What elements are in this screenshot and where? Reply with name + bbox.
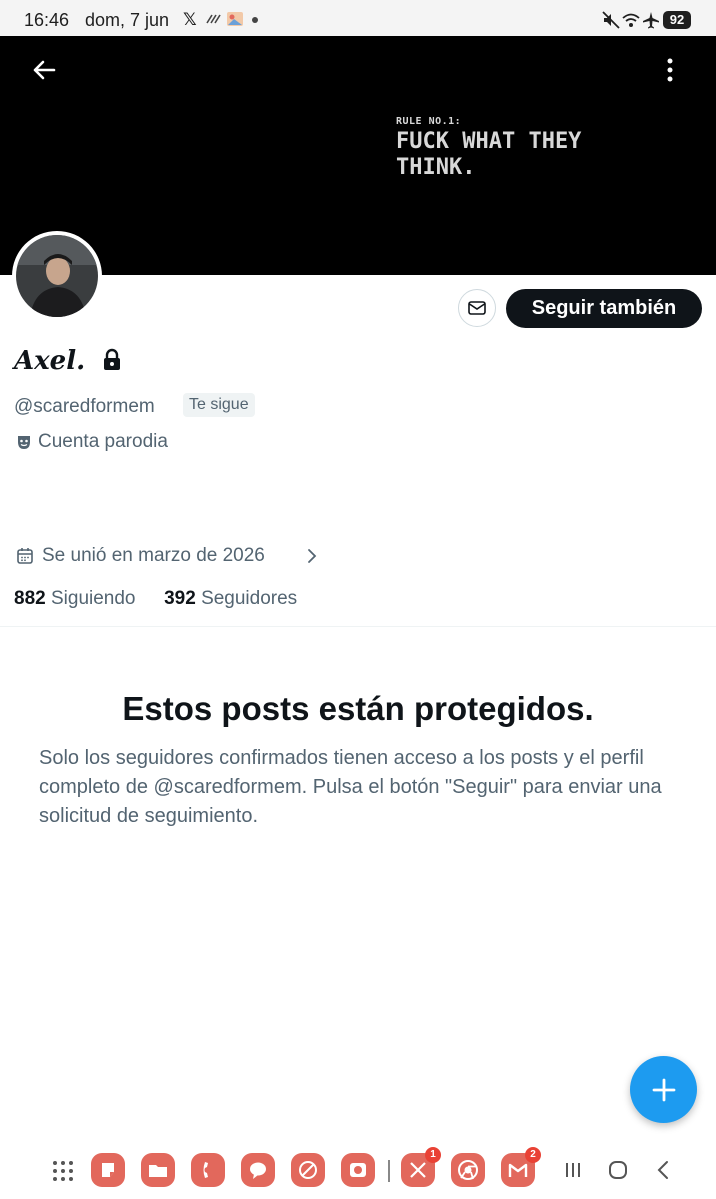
x-app-badge: 1: [425, 1147, 441, 1163]
avatar[interactable]: [12, 231, 102, 321]
follow-stats: 882 Siguiendo 392 Seguidores: [14, 588, 297, 610]
wifi-icon: [622, 13, 640, 27]
followers-label: Seguidores: [201, 588, 298, 609]
calendar-icon: [17, 548, 33, 564]
home-icon[interactable]: [606, 1158, 630, 1182]
activity-notification-icon: [206, 14, 221, 24]
protected-title: Estos posts están protegidos.: [122, 690, 594, 727]
airplane-mode-icon: [643, 12, 659, 29]
x-app-icon[interactable]: 1: [401, 1147, 441, 1187]
profile-handle: @scaredformem: [14, 396, 155, 417]
joined-date[interactable]: Se unió en marzo de 2026: [42, 545, 265, 567]
notes-app-icon[interactable]: [91, 1153, 125, 1187]
parody-mask-icon: [18, 436, 30, 449]
internet-app-icon[interactable]: [291, 1153, 325, 1187]
files-app-icon[interactable]: [141, 1153, 175, 1187]
follows-you-badge: Te sigue: [183, 393, 255, 417]
more-options-icon[interactable]: [660, 54, 680, 86]
banner-text-small: RULE NO.1:: [396, 116, 462, 127]
screen-recorder-app-icon[interactable]: [341, 1153, 375, 1187]
plus-icon: [652, 1078, 675, 1101]
banner-text-big: FUCK WHAT THEY THINK.: [396, 129, 582, 180]
gmail-app-badge: 2: [525, 1147, 541, 1163]
lock-icon: [104, 348, 120, 370]
battery-level: 92: [663, 11, 691, 29]
app-drawer-icon[interactable]: [52, 1160, 74, 1182]
chrome-app-icon[interactable]: [451, 1153, 485, 1187]
followers-link[interactable]: 392 Seguidores: [164, 588, 297, 609]
following-label: Siguiendo: [50, 588, 136, 609]
dock-separator: [388, 1160, 390, 1182]
status-time: 16:46: [24, 10, 70, 30]
phone-app-icon[interactable]: [191, 1153, 225, 1187]
recent-apps-icon[interactable]: [561, 1158, 585, 1182]
followers-count: 392: [164, 588, 196, 609]
protected-description: Solo los seguidores confirmados tienen a…: [39, 747, 662, 827]
envelope-icon: [468, 301, 486, 315]
avatar-photo: [16, 235, 98, 317]
taskbar: 1 2: [0, 1144, 716, 1199]
messages-app-icon[interactable]: [241, 1153, 275, 1187]
more-notifications-dot: [252, 17, 258, 23]
following-count: 882: [14, 588, 46, 609]
gmail-app-icon[interactable]: 2: [501, 1147, 541, 1187]
photo-notification-icon: [227, 12, 243, 26]
mute-icon: [602, 11, 620, 29]
x-notification-icon: 𝕏: [183, 10, 197, 29]
status-date: dom, 7 jun: [85, 10, 170, 30]
profile-banner: [0, 36, 716, 275]
status-bar: 16:46 dom, 7 jun 𝕏 92: [0, 0, 716, 36]
nav-back-icon[interactable]: [651, 1158, 675, 1182]
chevron-right-icon[interactable]: [305, 547, 319, 565]
display-name: Axel.: [14, 346, 86, 376]
message-button[interactable]: [458, 289, 496, 327]
parody-account-label: Cuenta parodia: [38, 431, 168, 452]
following-link[interactable]: 882 Siguiendo: [14, 588, 141, 609]
back-arrow-icon[interactable]: [28, 54, 60, 86]
compose-button[interactable]: [630, 1056, 697, 1123]
follow-back-button[interactable]: Seguir también: [506, 289, 702, 328]
divider: [0, 626, 716, 627]
